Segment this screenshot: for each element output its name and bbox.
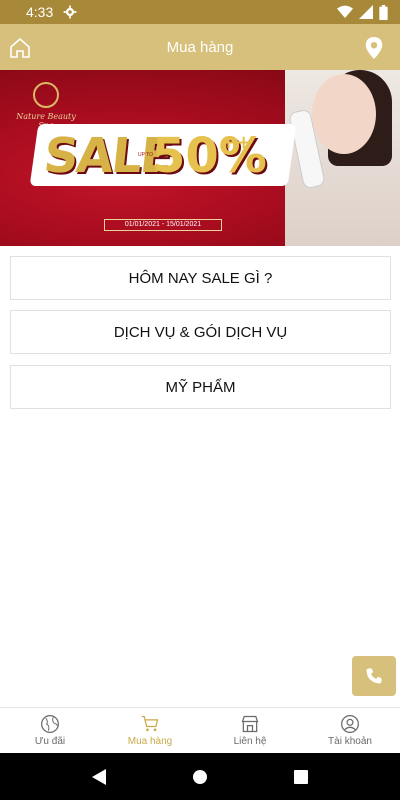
menu-services-button[interactable]: DỊCH VỤ & GÓI DỊCH VỤ [10,310,391,354]
nav-label: Mua hàng [127,736,173,747]
status-icons [337,4,388,20]
user-icon [341,715,359,733]
nav-label: Tài khoản [328,736,372,747]
signal-icon [359,5,373,19]
nav-label: Liên hệ [233,736,267,747]
phone-icon [366,668,382,684]
menu-label: MỸ PHẨM [165,378,236,396]
location-pin-icon[interactable] [364,37,384,59]
gear-icon [63,5,77,19]
nav-item-contact[interactable]: Liên hệ [200,708,300,753]
promo-banner[interactable]: Nature Beauty Spa SALE UP TO 50% ++ 01/0… [0,70,400,246]
back-icon[interactable] [92,768,106,785]
globe-icon [41,715,59,733]
menu-label: HÔM NAY SALE GÌ ? [128,269,273,287]
menu-sale-today-button[interactable]: HÔM NAY SALE GÌ ? [10,256,391,300]
system-nav-bar [0,753,400,800]
call-button[interactable] [352,656,396,696]
nav-item-shopping[interactable]: Mua hàng [100,708,200,753]
bottom-nav: Ưu đãi Mua hàng Liên hệ Tài khoản [0,707,400,753]
home-circle-icon[interactable] [192,769,208,785]
brand-logo: Nature Beauty Spa [14,82,78,130]
page-title: Mua hàng [166,38,234,56]
status-bar: 4:33 [0,0,400,24]
app-bar: Mua hàng [0,24,400,70]
model-face [312,74,376,154]
wifi-icon [337,5,353,19]
nav-label: Ưu đãi [34,736,66,747]
menu-label: DỊCH VỤ & GÓI DỊCH VỤ [113,323,288,341]
up-to-label: UP TO [138,152,154,158]
store-icon [241,715,259,733]
nav-item-promotions[interactable]: Ưu đãi [0,708,100,753]
home-icon[interactable] [8,36,32,60]
recents-icon[interactable] [294,769,308,784]
sale-dates: 01/01/2021 - 15/01/2021 [104,219,222,231]
cart-icon [141,715,159,732]
status-time: 4:33 [26,4,54,20]
sale-plus: ++ [221,132,252,153]
battery-icon [379,4,388,20]
nav-item-account[interactable]: Tài khoản [300,708,400,753]
menu-cosmetics-button[interactable]: MỸ PHẨM [10,365,391,409]
brand-mark-icon [33,82,59,108]
